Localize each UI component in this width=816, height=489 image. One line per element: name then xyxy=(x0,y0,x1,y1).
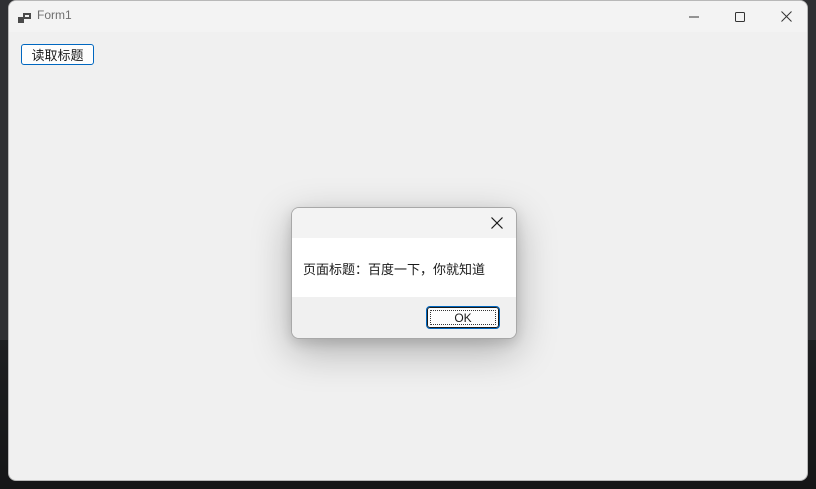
dialog-footer: OK xyxy=(292,297,516,338)
close-icon xyxy=(780,7,792,26)
window-title: Form1 xyxy=(37,8,72,22)
app-icon xyxy=(18,10,32,23)
close-button[interactable] xyxy=(763,1,807,32)
maximize-button[interactable] xyxy=(717,1,763,32)
dialog-body: 页面标题：百度一下，你就知道 xyxy=(292,238,516,297)
title-bar[interactable]: Form1 xyxy=(9,1,807,32)
message-box-dialog: 页面标题：百度一下，你就知道 OK xyxy=(291,207,517,339)
maximize-icon xyxy=(735,7,745,26)
read-title-button[interactable]: 读取标题 xyxy=(21,44,94,65)
close-icon xyxy=(491,214,503,233)
dialog-close-button[interactable] xyxy=(484,211,510,235)
dialog-title-bar[interactable] xyxy=(292,208,516,238)
ok-button[interactable]: OK xyxy=(426,306,500,329)
minimize-icon xyxy=(689,7,699,26)
minimize-button[interactable] xyxy=(671,1,717,32)
dialog-message: 页面标题：百度一下，你就知道 xyxy=(303,263,486,278)
